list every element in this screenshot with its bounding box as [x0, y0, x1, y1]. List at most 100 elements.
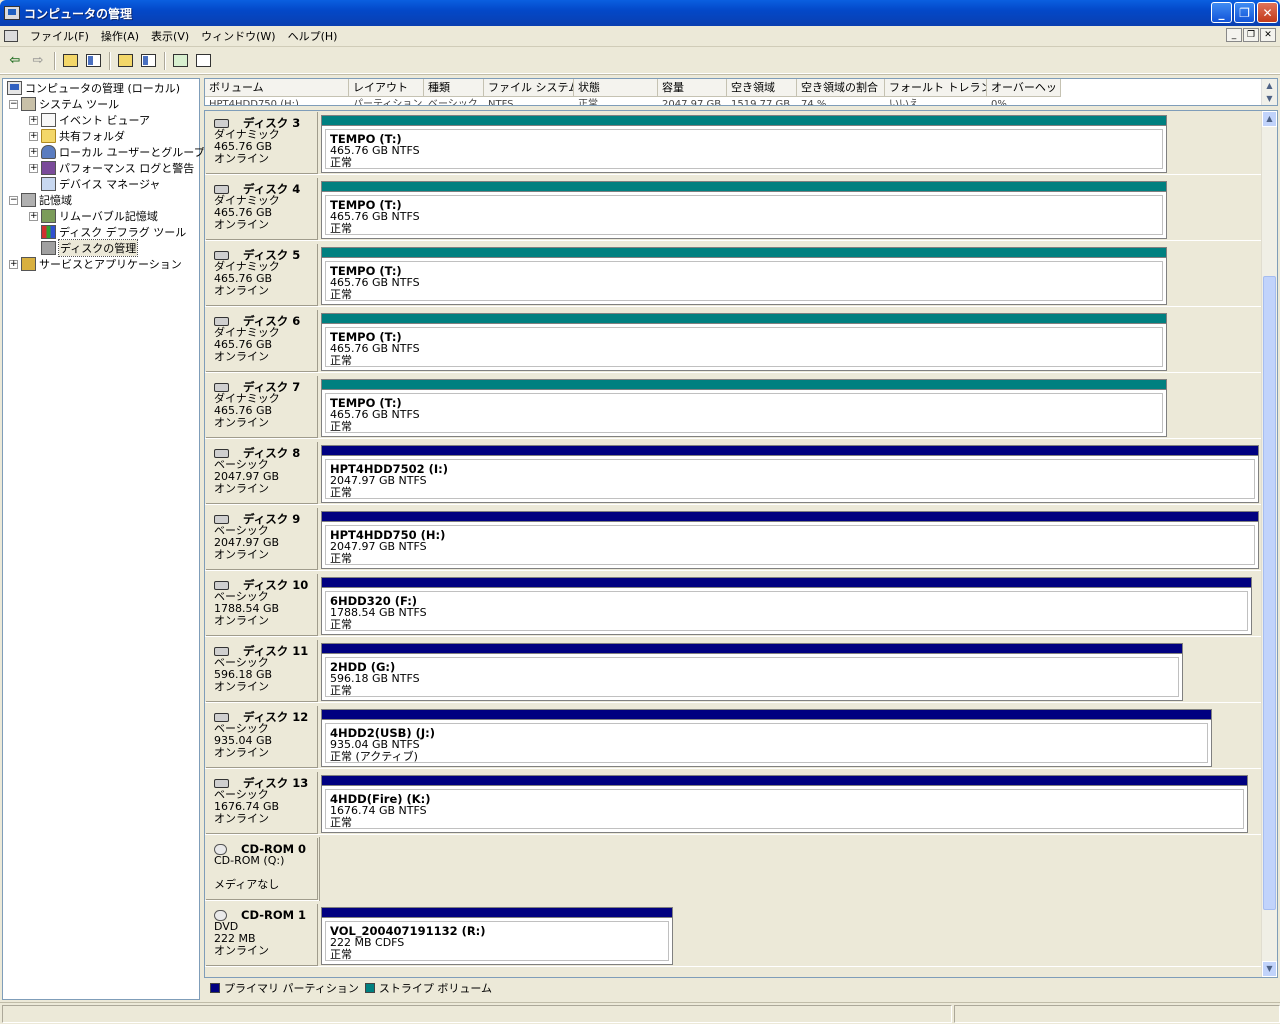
collapse-icon[interactable]: −	[9, 195, 18, 205]
expand-icon[interactable]: +	[29, 211, 38, 221]
status-pane-main	[2, 1005, 952, 1023]
menu-file[interactable]: ファイル(F)	[24, 28, 95, 44]
disk-info[interactable]: ディスク 8 ベーシック 2047.97 GB オンライン	[206, 442, 318, 504]
expand-icon[interactable]: +	[29, 131, 38, 141]
disk-row[interactable]: ディスク 3 ダイナミック 465.76 GB オンライン TEMPO (T:) 465.…	[205, 111, 1261, 175]
scroll-down-icon[interactable]: ▼	[1262, 961, 1277, 977]
properties-icon[interactable]	[114, 50, 136, 72]
menu-window[interactable]: ウィンドウ(W)	[195, 28, 281, 44]
disk-row[interactable]: ディスク 10 ベーシック 1788.54 GB オンライン 6HDD320 (F:) 1…	[205, 573, 1261, 637]
help-pane-icon[interactable]	[137, 50, 159, 72]
close-button[interactable]: ✕	[1257, 2, 1278, 23]
tree-item-storage[interactable]: − 記憶域	[9, 192, 72, 208]
disk-row[interactable]: ディスク 11 ベーシック 596.18 GB オンライン 2HDD (G:) 596.1…	[205, 639, 1261, 703]
up-folder-icon[interactable]	[59, 50, 81, 72]
menu-help[interactable]: ヘルプ(H)	[282, 28, 344, 44]
disk-row[interactable]: ディスク 9 ベーシック 2047.97 GB オンライン HPT4HDD750 (H:…	[205, 507, 1261, 571]
volume-list[interactable]: ボリューム レイアウト 種類 ファイル システム 状態 容量 空き領域 空き領域…	[204, 78, 1278, 106]
forward-arrow-icon[interactable]: ⇨	[27, 50, 49, 72]
volume-block-cdrom1[interactable]: VOL_200407191132 (R:) 222 MB CDFS 正常	[321, 907, 673, 965]
volume-block[interactable]: TEMPO (T:) 465.76 GB NTFS 正常	[321, 379, 1167, 437]
column-header-layout[interactable]: レイアウト	[349, 79, 424, 97]
table-row[interactable]: HPT4HDD750 (H:) パーティション ベーシック NTFS 正常 2047.97…	[209, 97, 1259, 105]
column-header-overhead[interactable]: オーバーヘッド	[987, 79, 1061, 97]
tree-item-event-viewer[interactable]: + イベント ビューア	[29, 112, 150, 128]
volume-block[interactable]: TEMPO (T:) 465.76 GB NTFS 正常	[321, 313, 1167, 371]
collapse-icon[interactable]: −	[9, 99, 18, 109]
column-header-status[interactable]: 状態	[574, 79, 658, 97]
list-scrollbar[interactable]: ▲ ▼	[1261, 79, 1277, 105]
tree-item-device-manager[interactable]: デバイス マネージャ	[41, 176, 160, 192]
tree-item-perf-logs[interactable]: + パフォーマンス ログと警告	[29, 160, 194, 176]
disk-info[interactable]: ディスク 6 ダイナミック 465.76 GB オンライン	[206, 310, 318, 372]
disk-row[interactable]: ディスク 4 ダイナミック 465.76 GB オンライン TEMPO (T:) 465.…	[205, 177, 1261, 241]
menu-action[interactable]: 操作(A)	[95, 28, 145, 44]
disk-info[interactable]: ディスク 3 ダイナミック 465.76 GB オンライン	[206, 112, 318, 174]
tree-item-services[interactable]: + サービスとアプリケーション	[9, 256, 182, 272]
back-arrow-icon[interactable]: ⇦	[4, 50, 26, 72]
tree-item-system-tools[interactable]: − システム ツール	[9, 96, 119, 112]
volume-block[interactable]: TEMPO (T:) 465.76 GB NTFS 正常	[321, 247, 1167, 305]
disk-info[interactable]: ディスク 11 ベーシック 596.18 GB オンライン	[206, 640, 318, 702]
disk-info[interactable]: ディスク 10 ベーシック 1788.54 GB オンライン	[206, 574, 318, 636]
removable-storage-icon	[41, 209, 56, 223]
mdi-restore-button[interactable]: ❐	[1243, 28, 1259, 42]
column-header-capacity[interactable]: 容量	[658, 79, 727, 97]
disk-row[interactable]: ディスク 12 ベーシック 935.04 GB オンライン 4HDD2(USB) (J:…	[205, 705, 1261, 769]
tree-item-disk-management[interactable]: ディスクの管理	[41, 239, 139, 257]
disk-row[interactable]: ディスク 8 ベーシック 2047.97 GB オンライン HPT4HDD7502 (I…	[205, 441, 1261, 505]
scroll-up-icon[interactable]: ▲	[1262, 111, 1277, 127]
minimize-button[interactable]: _	[1211, 2, 1232, 23]
volume-block[interactable]: HPT4HDD7502 (I:) 2047.97 GB NTFS 正常	[321, 445, 1259, 503]
column-header-filesystem[interactable]: ファイル システム	[484, 79, 574, 97]
export-list-icon[interactable]	[192, 50, 214, 72]
maximize-button[interactable]: ❐	[1234, 2, 1255, 23]
volume-block[interactable]: 2HDD (G:) 596.18 GB NTFS 正常	[321, 643, 1183, 701]
tree-item-defrag[interactable]: ディスク デフラグ ツール	[41, 224, 186, 240]
disk-row-cdrom0[interactable]: CD-ROM 0 CD-ROM (Q:) メディアなし	[205, 837, 1261, 901]
disk-info[interactable]: ディスク 9 ベーシック 2047.97 GB オンライン	[206, 508, 318, 570]
volume-block[interactable]: 4HDD2(USB) (J:) 935.04 GB NTFS 正常 (アクティブ)	[321, 709, 1212, 767]
expand-icon[interactable]: +	[29, 163, 38, 173]
defrag-icon	[41, 225, 56, 239]
volume-block[interactable]: 4HDD(Fire) (K:) 1676.74 GB NTFS 正常	[321, 775, 1248, 833]
tree-item-removable-storage[interactable]: + リムーバブル記憶域	[29, 208, 158, 224]
column-header-free-percent[interactable]: 空き領域の割合	[797, 79, 885, 97]
refresh-icon[interactable]	[169, 50, 191, 72]
column-header-fault-tolerance[interactable]: フォールト トレランス	[885, 79, 987, 97]
column-header-free-space[interactable]: 空き領域	[727, 79, 797, 97]
tree-item-shared-folders[interactable]: + 共有フォルダ	[29, 128, 125, 144]
disk-row-cdrom1[interactable]: CD-ROM 1 DVD 222 MB オンライン VOL_2004071911…	[205, 903, 1261, 967]
volume-block[interactable]: TEMPO (T:) 465.76 GB NTFS 正常	[321, 115, 1167, 173]
volume-block[interactable]: 6HDD320 (F:) 1788.54 GB NTFS 正常	[321, 577, 1252, 635]
mdi-minimize-button[interactable]: _	[1226, 28, 1242, 42]
volume-block[interactable]: TEMPO (T:) 465.76 GB NTFS 正常	[321, 181, 1167, 239]
expand-icon[interactable]: +	[29, 115, 38, 125]
disk-row[interactable]: ディスク 7 ダイナミック 465.76 GB オンライン TEMPO (T:) 465.…	[205, 375, 1261, 439]
column-header-volume[interactable]: ボリューム	[205, 79, 349, 97]
scroll-up-icon[interactable]: ▲	[1262, 79, 1277, 92]
disk-info-cdrom0[interactable]: CD-ROM 0 CD-ROM (Q:) メディアなし	[206, 838, 318, 900]
disk-row[interactable]: ディスク 13 ベーシック 1676.74 GB オンライン 4HDD(Fire) (K…	[205, 771, 1261, 835]
show-tree-icon[interactable]	[82, 50, 104, 72]
disk-row[interactable]: ディスク 5 ダイナミック 465.76 GB オンライン TEMPO (T:) 465.…	[205, 243, 1261, 307]
column-header-type[interactable]: 種類	[424, 79, 484, 97]
scroll-down-icon[interactable]: ▼	[1262, 92, 1277, 105]
menu-view[interactable]: 表示(V)	[145, 28, 195, 44]
expand-icon[interactable]: +	[29, 147, 38, 157]
disk-info-cdrom1[interactable]: CD-ROM 1 DVD 222 MB オンライン	[206, 904, 318, 966]
tree-item-root[interactable]: コンピュータの管理 (ローカル)	[7, 80, 180, 96]
disk-info[interactable]: ディスク 7 ダイナミック 465.76 GB オンライン	[206, 376, 318, 438]
mdi-close-button[interactable]: ✕	[1260, 28, 1276, 42]
disk-info[interactable]: ディスク 13 ベーシック 1676.74 GB オンライン	[206, 772, 318, 834]
tree-item-local-users[interactable]: + ローカル ユーザーとグループ	[29, 144, 205, 160]
disk-info[interactable]: ディスク 12 ベーシック 935.04 GB オンライン	[206, 706, 318, 768]
disk-pane-scrollbar[interactable]: ▲ ▼	[1261, 111, 1277, 977]
disk-row[interactable]: ディスク 6 ダイナミック 465.76 GB オンライン TEMPO (T:) 465.…	[205, 309, 1261, 373]
scrollbar-thumb[interactable]	[1263, 276, 1276, 910]
system-menu-icon[interactable]	[4, 30, 18, 42]
disk-info[interactable]: ディスク 5 ダイナミック 465.76 GB オンライン	[206, 244, 318, 306]
expand-icon[interactable]: +	[9, 259, 18, 269]
disk-info[interactable]: ディスク 4 ダイナミック 465.76 GB オンライン	[206, 178, 318, 240]
volume-block[interactable]: HPT4HDD750 (H:) 2047.97 GB NTFS 正常	[321, 511, 1259, 569]
